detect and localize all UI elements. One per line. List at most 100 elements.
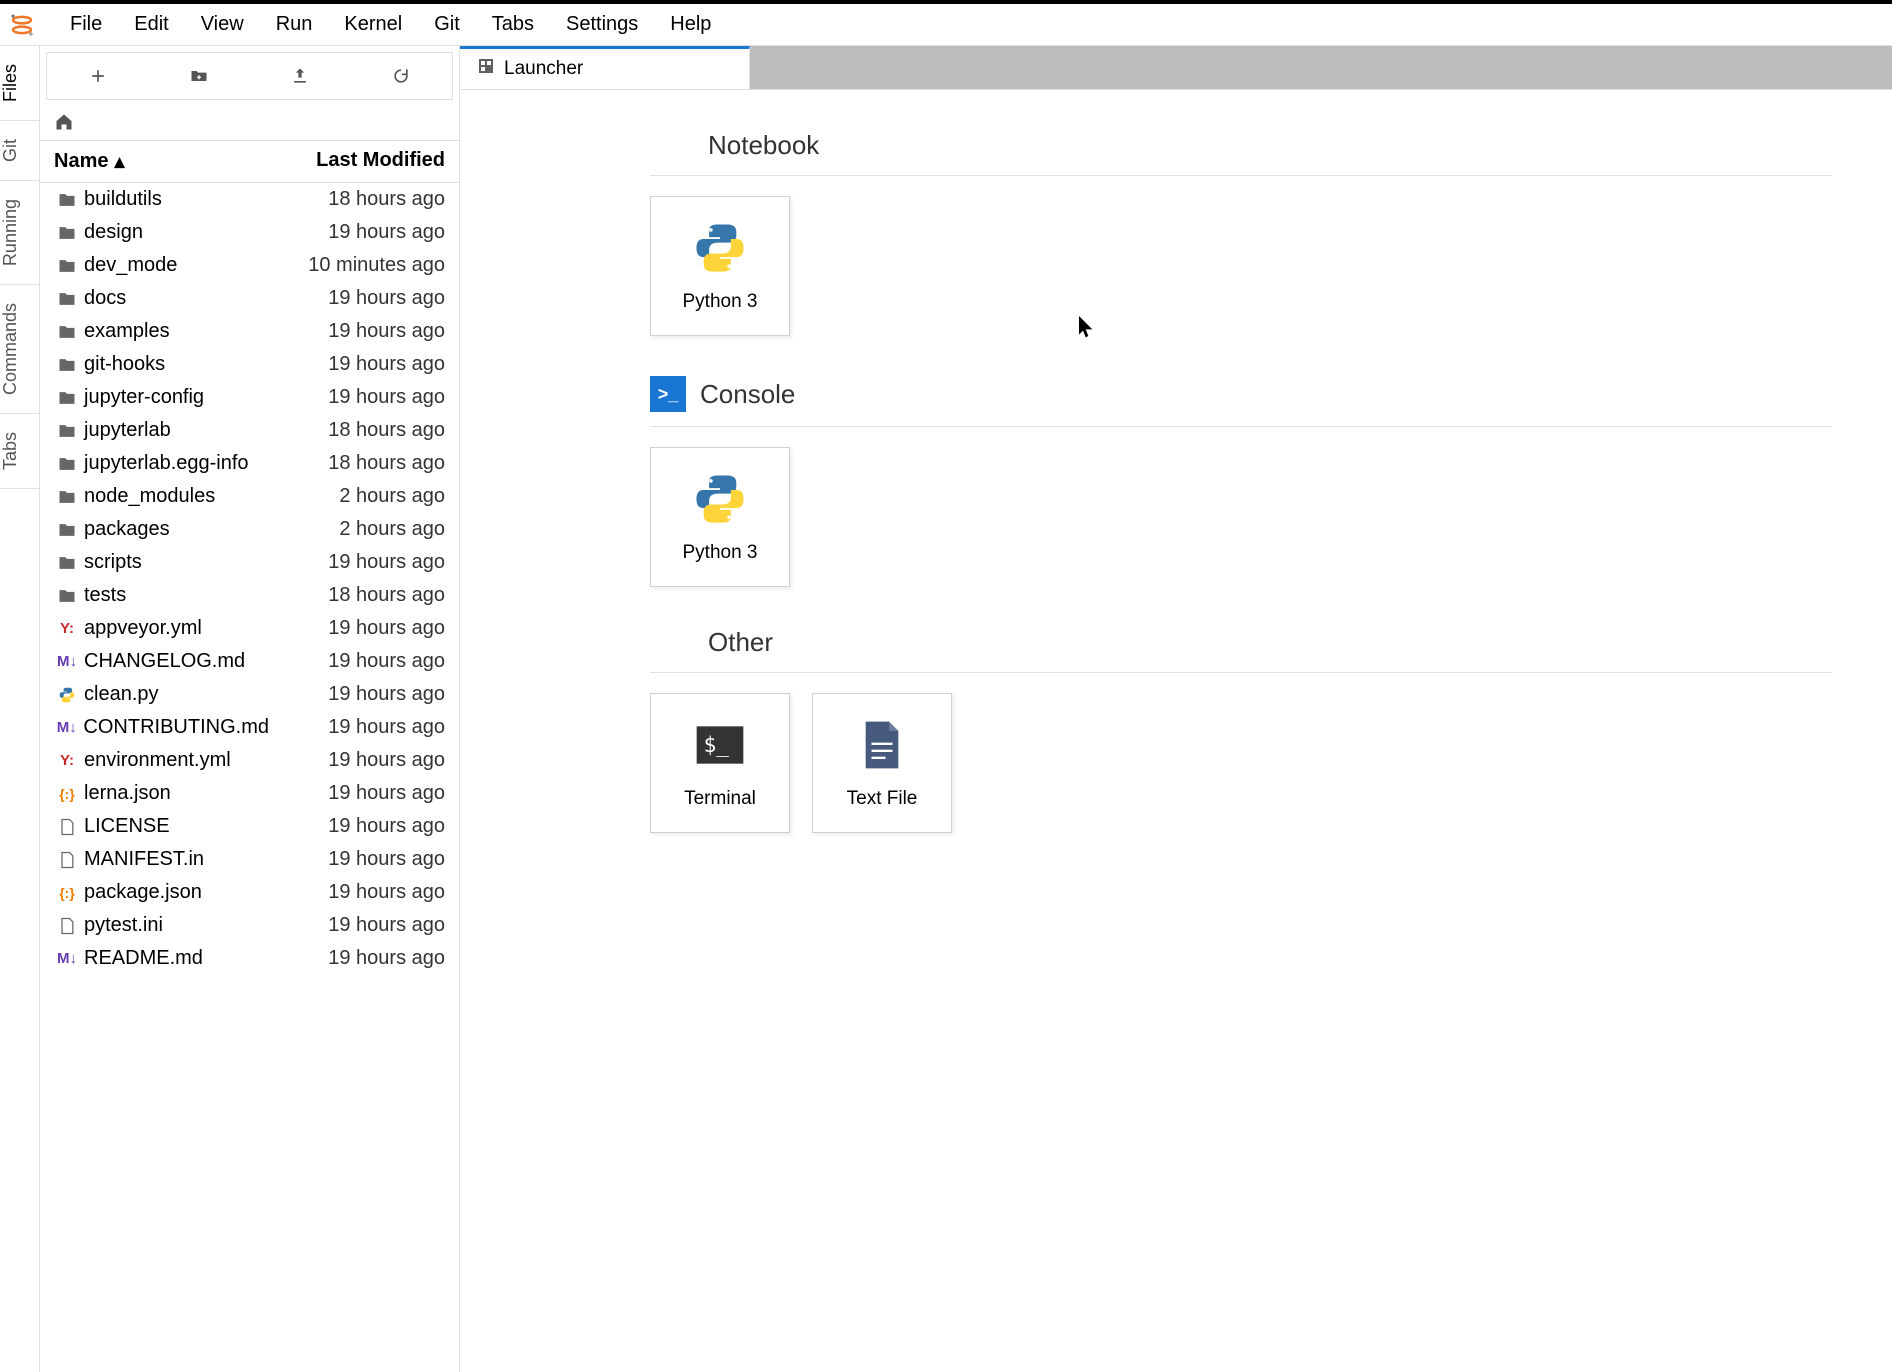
launcher-card-terminal[interactable]: $_Terminal	[650, 693, 790, 833]
file-item[interactable]: git-hooks19 hours ago	[40, 348, 459, 381]
sort-by-modified[interactable]: Last Modified	[265, 149, 445, 174]
menu-edit[interactable]: Edit	[118, 7, 184, 42]
jupyter-logo-icon	[8, 11, 36, 39]
card-label: Terminal	[684, 788, 756, 810]
py-icon	[54, 686, 80, 704]
activity-tab-commands[interactable]: Commands	[0, 285, 39, 414]
activity-tab-running[interactable]: Running	[0, 181, 39, 285]
yaml-icon: Y:	[54, 752, 80, 769]
json-icon: {:}	[54, 786, 80, 802]
section-title: Notebook	[708, 130, 819, 161]
file-item[interactable]: scripts19 hours ago	[40, 546, 459, 579]
file-item[interactable]: Y:environment.yml19 hours ago	[40, 744, 459, 777]
activity-tab-files[interactable]: Files	[0, 46, 39, 121]
launcher-section-other: Other $_Terminal Text File	[650, 627, 1832, 833]
file-modified: 19 hours ago	[265, 782, 445, 805]
tab-bar: Launcher	[460, 46, 1892, 90]
section-header: Other	[650, 627, 1832, 673]
tab-launcher[interactable]: Launcher	[460, 46, 750, 89]
file-name: jupyterlab.egg-info	[80, 452, 265, 475]
menu-git[interactable]: Git	[418, 7, 476, 42]
section-title: Console	[700, 379, 795, 410]
file-item[interactable]: MANIFEST.in19 hours ago	[40, 843, 459, 876]
new-folder-button[interactable]	[148, 53, 249, 99]
file-modified: 19 hours ago	[265, 353, 445, 376]
folder-icon	[54, 289, 80, 309]
tab-label: Launcher	[504, 58, 583, 80]
section-title: Other	[708, 627, 773, 658]
file-modified: 19 hours ago	[265, 815, 445, 838]
file-item[interactable]: docs19 hours ago	[40, 282, 459, 315]
menubar: FileEditViewRunKernelGitTabsSettingsHelp	[0, 4, 1892, 46]
folder-icon	[54, 421, 80, 441]
launcher-tab-icon	[478, 58, 494, 80]
file-item[interactable]: LICENSE19 hours ago	[40, 810, 459, 843]
file-name: pytest.ini	[80, 914, 265, 937]
refresh-button[interactable]	[351, 53, 452, 99]
file-name: README.md	[80, 947, 265, 970]
file-name: examples	[80, 320, 265, 343]
file-item[interactable]: Y:appveyor.yml19 hours ago	[40, 612, 459, 645]
folder-icon	[54, 355, 80, 375]
file-modified: 19 hours ago	[265, 386, 445, 409]
menu-file[interactable]: File	[54, 7, 118, 42]
menu-help[interactable]: Help	[654, 7, 727, 42]
launcher-card-text-file[interactable]: Text File	[812, 693, 952, 833]
sort-by-name[interactable]: Name ▴	[54, 149, 265, 174]
file-item[interactable]: M↓CHANGELOG.md19 hours ago	[40, 645, 459, 678]
file-item[interactable]: {:}package.json19 hours ago	[40, 876, 459, 909]
file-item[interactable]: design19 hours ago	[40, 216, 459, 249]
file-icon	[54, 850, 80, 870]
card-label: Python 3	[683, 542, 758, 564]
menu-kernel[interactable]: Kernel	[328, 7, 418, 42]
file-name: CONTRIBUTING.md	[79, 716, 269, 739]
file-name: package.json	[80, 881, 265, 904]
activity-bar: FilesGitRunningCommandsTabs	[0, 46, 40, 1372]
file-modified: 19 hours ago	[265, 881, 445, 904]
card-label: Text File	[847, 788, 918, 810]
file-item[interactable]: pytest.ini19 hours ago	[40, 909, 459, 942]
file-name: node_modules	[80, 485, 265, 508]
upload-button[interactable]	[250, 53, 351, 99]
file-modified: 18 hours ago	[265, 188, 445, 211]
menu-view[interactable]: View	[185, 7, 260, 42]
breadcrumb[interactable]	[40, 106, 459, 140]
python-icon	[691, 470, 749, 528]
file-item[interactable]: jupyterlab.egg-info18 hours ago	[40, 447, 459, 480]
file-name: docs	[80, 287, 265, 310]
activity-tab-git[interactable]: Git	[0, 121, 39, 181]
file-item[interactable]: node_modules2 hours ago	[40, 480, 459, 513]
menu-tabs[interactable]: Tabs	[476, 7, 550, 42]
menu-settings[interactable]: Settings	[550, 7, 654, 42]
folder-icon	[54, 190, 80, 210]
file-name: design	[80, 221, 265, 244]
launcher-card-python-3[interactable]: Python 3	[650, 447, 790, 587]
file-item[interactable]: M↓CONTRIBUTING.md19 hours ago	[40, 711, 459, 744]
yaml-icon: Y:	[54, 620, 80, 637]
home-icon[interactable]	[54, 112, 74, 135]
python-icon	[691, 219, 749, 277]
file-item[interactable]: jupyterlab18 hours ago	[40, 414, 459, 447]
file-list[interactable]: buildutils18 hours agodesign19 hours ago…	[40, 183, 459, 1372]
file-item[interactable]: examples19 hours ago	[40, 315, 459, 348]
menu-run[interactable]: Run	[260, 7, 329, 42]
file-name: environment.yml	[80, 749, 265, 772]
launcher-card-python-3[interactable]: Python 3	[650, 196, 790, 336]
new-launcher-button[interactable]	[47, 53, 148, 99]
file-item[interactable]: {:}lerna.json19 hours ago	[40, 777, 459, 810]
file-item[interactable]: clean.py19 hours ago	[40, 678, 459, 711]
folder-icon	[54, 553, 80, 573]
file-item[interactable]: jupyter-config19 hours ago	[40, 381, 459, 414]
file-name: tests	[80, 584, 265, 607]
file-modified: 19 hours ago	[265, 914, 445, 937]
activity-tab-tabs[interactable]: Tabs	[0, 414, 39, 489]
file-item[interactable]: tests18 hours ago	[40, 579, 459, 612]
file-list-header: Name ▴ Last Modified	[40, 140, 459, 183]
file-item[interactable]: dev_mode10 minutes ago	[40, 249, 459, 282]
file-modified: 19 hours ago	[265, 947, 445, 970]
file-item[interactable]: buildutils18 hours ago	[40, 183, 459, 216]
file-item[interactable]: M↓README.md19 hours ago	[40, 942, 459, 975]
file-item[interactable]: packages2 hours ago	[40, 513, 459, 546]
file-browser-toolbar	[46, 52, 453, 100]
folder-icon	[54, 586, 80, 606]
